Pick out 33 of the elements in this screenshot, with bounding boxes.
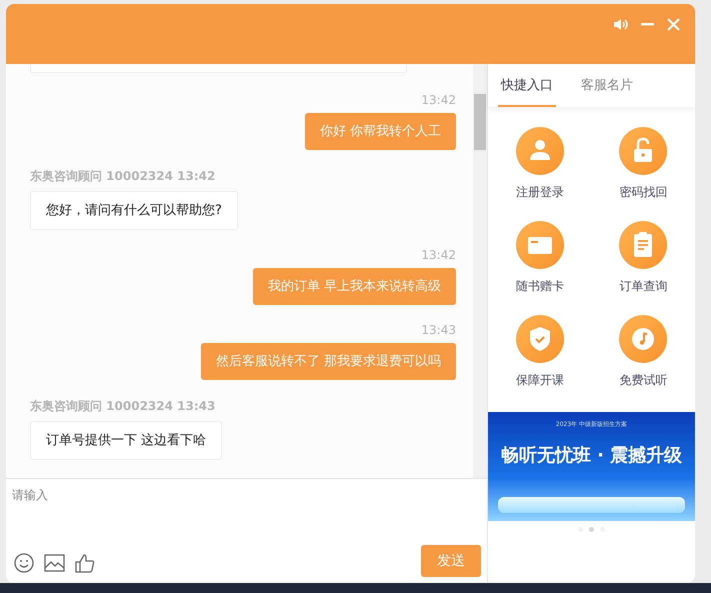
minimize-icon[interactable] (641, 22, 654, 26)
carousel-dot[interactable] (589, 527, 594, 532)
close-icon[interactable] (667, 18, 680, 30)
shortcut-label[interactable]: 注册登录 (516, 184, 564, 201)
received-message: 您好，请问有什么可以帮助您? (30, 191, 238, 230)
sender-info: 东奥咨询顾问 10002324 13:43 (30, 398, 216, 415)
sent-message: 然后客服说转不了 那我要求退费可以吗 (200, 343, 456, 380)
speaker-icon[interactable] (613, 18, 628, 30)
banner-headline: 畅听无忧班 · 震撼升级 (500, 444, 682, 467)
message-time: 13:42 (421, 93, 456, 107)
shortcut-label[interactable]: 随书赠卡 (516, 278, 564, 295)
received-message: 订单号提供一下 这边看下哈 (30, 421, 222, 460)
message-time: 13:42 (421, 248, 456, 262)
scrollbar[interactable] (473, 64, 487, 478)
emoji-icon[interactable] (14, 553, 34, 573)
shortcut-label[interactable]: 免费试听 (619, 372, 668, 389)
thumbs-up-icon[interactable] (75, 553, 95, 573)
music-note-icon[interactable] (619, 315, 668, 363)
clipboard-icon[interactable] (619, 221, 668, 269)
sender-info: 东奥咨询顾问 10002324 13:42 (30, 168, 216, 185)
shield-check-icon[interactable] (516, 315, 564, 363)
image-icon[interactable] (44, 554, 65, 572)
card-icon[interactable] (516, 221, 564, 269)
sent-message: 你好 你帮我转个人工 (304, 113, 456, 150)
shortcut-label[interactable]: 保障开课 (516, 372, 564, 389)
panel-tab[interactable]: 客服名片 (578, 64, 636, 107)
user-icon[interactable] (516, 127, 564, 175)
padlock-icon[interactable] (619, 127, 668, 175)
shortcut-label[interactable]: 密码找回 (619, 184, 668, 201)
sent-message: 我的订单 早上我本来说转高级 (252, 268, 456, 305)
message-time: 13:43 (421, 323, 456, 337)
panel-tab[interactable]: 快捷入口 (498, 64, 556, 107)
shortcut-label[interactable]: 订单查询 (619, 278, 668, 295)
